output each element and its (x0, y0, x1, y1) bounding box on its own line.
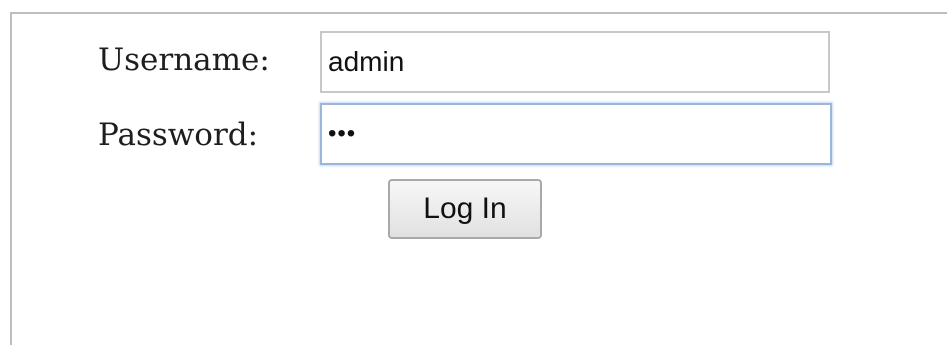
log-in-button[interactable]: Log In (388, 179, 542, 239)
username-label: Username: (98, 42, 270, 78)
username-value: admin (328, 46, 405, 77)
login-panel: Username: admin Password: ••• Log In (10, 12, 947, 345)
password-masked-value: ••• (328, 120, 357, 147)
password-input[interactable]: ••• (320, 103, 832, 165)
username-input[interactable]: admin (320, 31, 830, 93)
password-label: Password: (98, 117, 259, 153)
